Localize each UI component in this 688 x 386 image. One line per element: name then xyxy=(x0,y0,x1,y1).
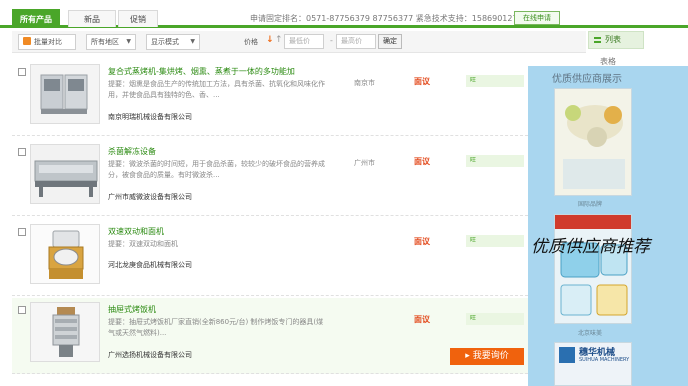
supplier-logo-subtext: SUIHUA MACHINERY xyxy=(579,357,630,363)
product-title[interactable]: 抽屉式烤饭机 xyxy=(108,304,156,315)
supplier-ad-image[interactable] xyxy=(554,214,632,324)
view-list-label: 列表 xyxy=(605,35,621,44)
supplier-ad-image[interactable] xyxy=(554,88,632,196)
product-image[interactable] xyxy=(30,224,100,284)
product-image[interactable] xyxy=(30,302,100,362)
product-checkbox[interactable] xyxy=(18,306,26,314)
product-checkbox[interactable] xyxy=(18,68,26,76)
product-row: 杀菌解冻设备 提要：微波杀菌的时间短，用于食品杀菌，较较少的破坏食品的营养成分，… xyxy=(12,140,528,216)
product-row: 双速双动和面机 提要：双速双动和面机 河北龙庚食品机械有限公司 面议 旺 xyxy=(12,220,528,296)
product-title[interactable]: 复合式蒸烤机-集烘烤、烟熏、蒸煮于一体的多功能加 xyxy=(108,66,295,77)
supplier-panel: 优质供应商展示 国际品牌 北京味美 穗华机械 SUIHUA MACHINERY … xyxy=(528,66,688,386)
chevron-down-icon: ▼ xyxy=(126,38,131,45)
tab-all-products[interactable]: 所有产品 xyxy=(12,9,60,28)
product-description: 提要：烟熏是食品生产的传统加工方法，具有杀菌、抗氧化和风味化作用，并使食品具有独… xyxy=(108,80,325,99)
product-title[interactable]: 双速双动和面机 xyxy=(108,226,164,237)
product-checkbox[interactable] xyxy=(18,228,26,236)
compare-icon xyxy=(23,37,31,45)
display-mode-select[interactable]: 显示模式 ▼ xyxy=(146,34,200,50)
tab-new[interactable]: 新品 xyxy=(68,10,116,27)
max-price-input[interactable]: 最高价 xyxy=(336,34,376,49)
inquiry-button[interactable]: ▸ 我要询价 xyxy=(450,348,524,365)
product-description: 提要：双速双动和面机 xyxy=(108,240,178,248)
product-row: 复合式蒸烤机-集烘烤、烟熏、蒸煮于一体的多功能加 提要：烟熏是食品生产的传统加工… xyxy=(12,60,528,136)
list-view-icon xyxy=(594,37,601,43)
supplier-caption: 国际品牌 xyxy=(578,201,603,208)
product-description: 提要：抽屉式烤饭机厂家直销(全新860元/台) 制作烤饭专门的器具(煤气或天然气… xyxy=(108,318,324,337)
chat-button[interactable]: 旺 xyxy=(466,155,524,167)
batch-compare-label: 批量对比 xyxy=(34,38,62,46)
region-select[interactable]: 所有地区 ▼ xyxy=(86,34,136,50)
chat-button[interactable]: 旺 xyxy=(466,75,524,87)
supplier-caption: 北京味美 xyxy=(578,330,603,337)
company-name[interactable]: 河北龙庚食品机械有限公司 xyxy=(108,260,192,270)
chevron-down-icon: ▼ xyxy=(190,38,195,45)
product-description: 提要：微波杀菌的时间短，用于食品杀菌，较较少的破坏食品的营养成分，被食食品的质量… xyxy=(108,160,325,179)
company-name[interactable]: 广州选扬机械设备有限公司 xyxy=(108,350,192,360)
tab-bar: 所有产品 新品 促销 申请固定排名：0571-87756379 87756377… xyxy=(0,0,688,28)
min-price-input[interactable]: 最低价 xyxy=(284,34,324,49)
chat-button[interactable]: 旺 xyxy=(466,235,524,247)
price-negotiable: 面议 xyxy=(414,157,430,166)
price-sort-label: 价格 xyxy=(244,38,258,46)
price-range-dash: - xyxy=(330,36,333,45)
view-list-button[interactable]: 列表 xyxy=(588,31,644,49)
product-image[interactable] xyxy=(30,144,100,204)
display-mode-label: 显示模式 xyxy=(151,38,179,46)
product-image[interactable] xyxy=(30,64,100,124)
region-select-label: 所有地区 xyxy=(91,38,119,46)
company-name[interactable]: 南京明瑞机械设备有限公司 xyxy=(108,112,192,122)
supplier-overlay-text: 优质供应商推荐 xyxy=(531,237,650,257)
price-ok-button[interactable]: 确定 xyxy=(378,34,402,49)
product-city: 广州市 xyxy=(354,159,375,167)
sort-up-icon[interactable]: ↑ xyxy=(275,35,283,45)
supplier-panel-title: 优质供应商展示 xyxy=(552,74,622,85)
sort-down-icon[interactable]: ↓ xyxy=(266,35,274,45)
tab-promotion[interactable]: 促销 xyxy=(118,10,158,27)
inquiry-label: 我要询价 xyxy=(472,351,509,361)
page-root: 所有产品 新品 促销 申请固定排名：0571-87756379 87756377… xyxy=(0,0,688,386)
product-city: 南京市 xyxy=(354,79,375,87)
batch-compare-button[interactable]: 批量对比 xyxy=(18,34,76,50)
supplier-logo-image[interactable]: 穗华机械 SUIHUA MACHINERY xyxy=(554,342,632,386)
price-negotiable: 面议 xyxy=(414,315,430,324)
company-name[interactable]: 广州市威微波设备有限公司 xyxy=(108,192,192,202)
product-checkbox[interactable] xyxy=(18,148,26,156)
hotline-text: 申请固定排名：0571-87756379 87756377 紧急技术支持：158… xyxy=(250,14,528,23)
online-apply-button[interactable]: 在线申请 xyxy=(514,11,560,25)
filter-bar: 批量对比 所有地区 ▼ 显示模式 ▼ 价格 ↓ ↑ 最低价 - 最高价 确定 xyxy=(12,31,586,53)
chat-button[interactable]: 旺 xyxy=(466,313,524,325)
product-title[interactable]: 杀菌解冻设备 xyxy=(108,146,156,157)
inquiry-arrow-icon: ▸ xyxy=(465,351,473,361)
price-negotiable: 面议 xyxy=(414,237,430,246)
price-negotiable: 面议 xyxy=(414,77,430,86)
